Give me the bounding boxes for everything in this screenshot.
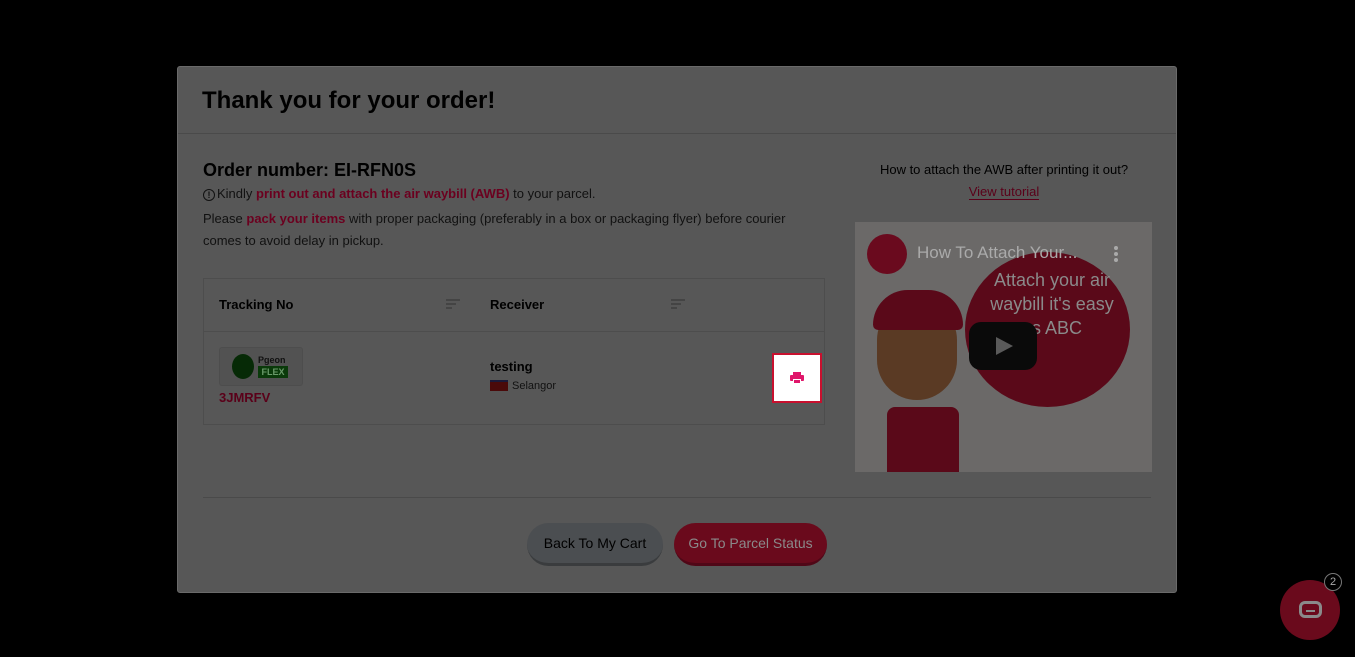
play-icon (996, 337, 1013, 355)
modal-title: Thank you for your order! (202, 87, 496, 114)
table-row: Pgeon FLEX 3JMRFV testing Selangor (204, 332, 824, 424)
packing-instruction: Please pack your items with proper packa… (203, 211, 786, 248)
sort-icon[interactable] (446, 299, 460, 311)
mascot-cap (873, 290, 963, 330)
sort-icon[interactable] (671, 299, 685, 311)
view-tutorial-link[interactable]: View tutorial (856, 184, 1152, 200)
order-confirmation-modal: Thank you for your order! Order number: … (177, 66, 1177, 593)
channel-avatar[interactable] (867, 234, 907, 274)
print-awb-button[interactable] (772, 353, 822, 403)
info-icon: ! (203, 189, 215, 201)
order-number: Order number: EI-RFN0S (203, 160, 417, 180)
tracking-number-link[interactable]: 3JMRFV (219, 390, 270, 405)
tutorial-video[interactable]: Attach your air waybill it's easy as ABC… (855, 222, 1152, 472)
malaysia-flag-icon (490, 380, 508, 391)
video-title[interactable]: How To Attach Your... (917, 243, 1077, 263)
more-options-icon[interactable] (1114, 246, 1118, 264)
tutorial-question: How to attach the AWB after printing it … (879, 162, 1129, 177)
chat-icon (1299, 601, 1322, 618)
chat-notification-badge: 2 (1324, 573, 1342, 591)
mascot-body (887, 407, 959, 472)
divider (203, 497, 1151, 498)
receiver-name: testing (490, 359, 533, 374)
play-button[interactable] (969, 322, 1037, 370)
courier-logo: Pgeon FLEX (219, 347, 303, 386)
table-header: Tracking No Receiver (204, 279, 824, 332)
back-to-cart-button[interactable]: Back To My Cart (527, 523, 663, 566)
receiver-state: Selangor (512, 380, 557, 392)
printer-icon (790, 372, 804, 384)
header-receiver: Receiver (490, 297, 545, 312)
pigeon-icon (232, 354, 254, 379)
parcel-table: Tracking No Receiver Pgeon FLEX 3JMRFV t… (203, 278, 825, 425)
go-to-parcel-status-button[interactable]: Go To Parcel Status (674, 523, 827, 566)
awb-instruction: ! Kindly print out and attach the air way… (203, 186, 596, 201)
header-tracking-no: Tracking No (219, 297, 294, 312)
modal-header: Thank you for your order! (178, 67, 1176, 134)
